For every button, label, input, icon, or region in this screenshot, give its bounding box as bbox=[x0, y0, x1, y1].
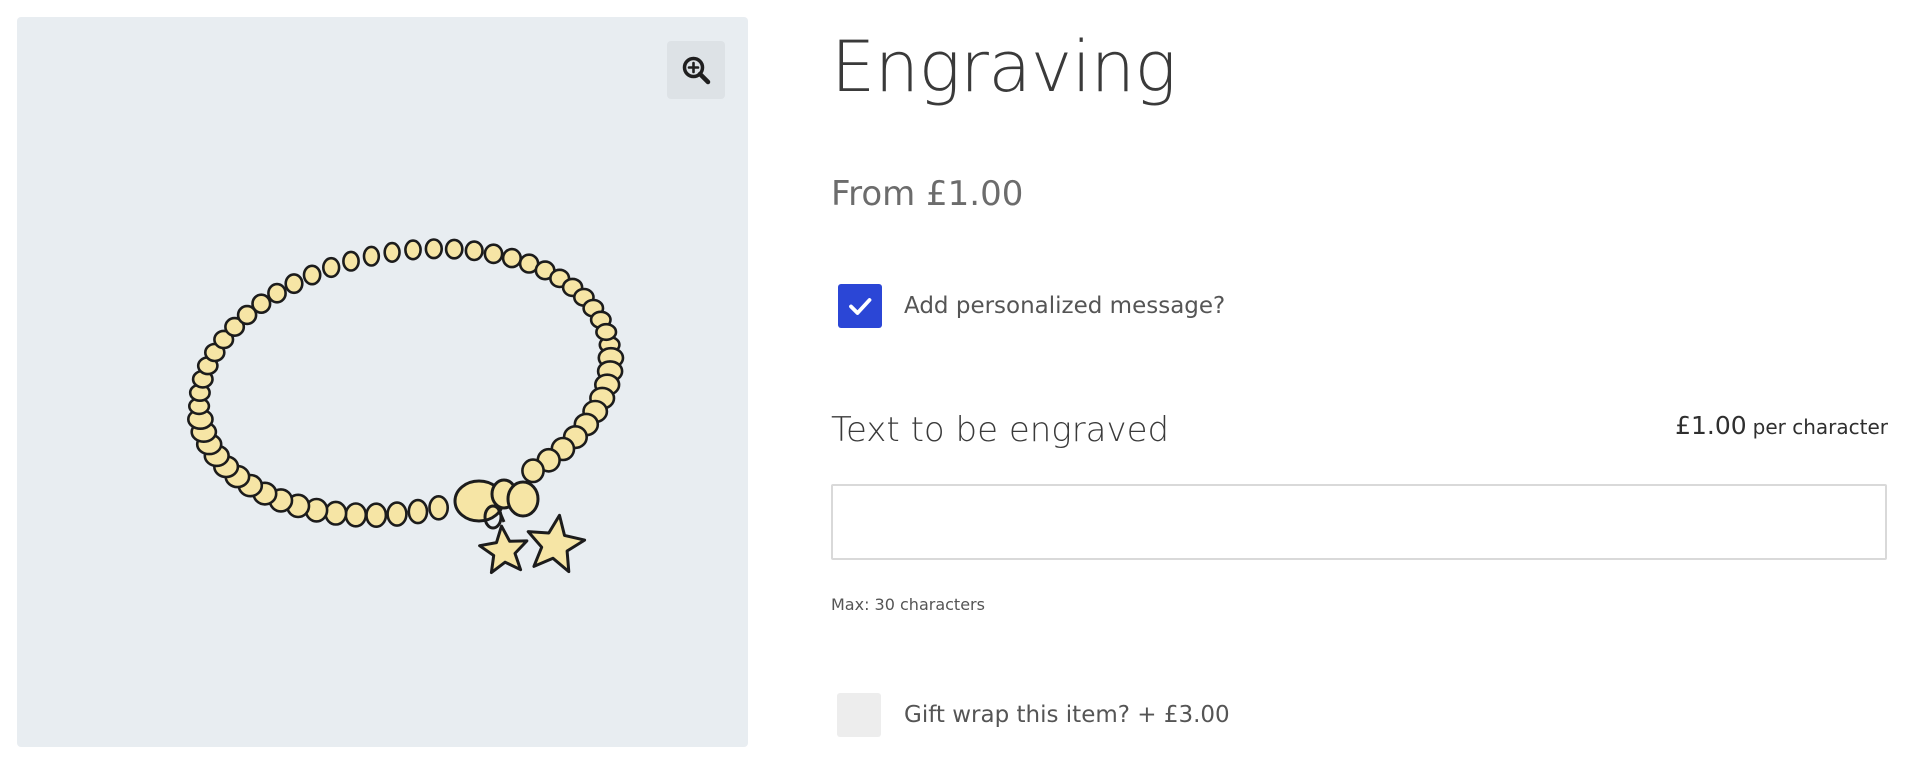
personalized-message-label[interactable]: Add personalized message? bbox=[904, 290, 1225, 322]
bracelet-bead bbox=[501, 247, 523, 269]
bracelet-bead bbox=[365, 502, 388, 529]
bracelet-bead bbox=[324, 500, 348, 526]
personalized-message-checkbox[interactable] bbox=[838, 284, 882, 328]
bracelet-bead bbox=[404, 239, 422, 261]
bracelet-bead bbox=[344, 502, 368, 528]
engraving-price-amount: £1.00 bbox=[1675, 411, 1747, 440]
engraving-price-unit: per character bbox=[1752, 415, 1888, 439]
engraving-text-input[interactable] bbox=[831, 484, 1887, 560]
bracelet-bead bbox=[322, 256, 341, 279]
gift-wrap-checkbox[interactable] bbox=[837, 693, 881, 737]
engraving-field-label: Text to be engraved bbox=[831, 410, 1170, 450]
bracelet-bead bbox=[521, 458, 545, 484]
bracelet-bead bbox=[483, 243, 504, 265]
product-gallery bbox=[17, 17, 748, 747]
bracelet-bead bbox=[464, 240, 484, 262]
bracelet-bead bbox=[342, 250, 360, 272]
star-charm bbox=[526, 513, 587, 574]
bracelet-bead bbox=[407, 498, 429, 525]
bracelet-bead bbox=[595, 322, 618, 342]
bracelet-bead bbox=[386, 501, 408, 527]
bracelet-bead bbox=[383, 241, 401, 263]
product-price: From £1.00 bbox=[831, 174, 1024, 214]
bracelet-bead bbox=[284, 273, 304, 295]
star-charm bbox=[478, 524, 529, 575]
zoom-in-icon bbox=[682, 56, 711, 85]
bracelet-bead bbox=[362, 245, 381, 267]
bracelet-bead bbox=[251, 293, 272, 315]
bracelet-bead bbox=[444, 238, 464, 260]
bracelet-bead bbox=[302, 264, 322, 286]
gift-wrap-label[interactable]: Gift wrap this item? + £3.00 bbox=[904, 699, 1230, 731]
checkmark-icon bbox=[849, 298, 872, 315]
bracelet-bead bbox=[424, 238, 443, 260]
bracelet-image bbox=[186, 238, 625, 575]
bracelet-bead bbox=[267, 282, 287, 304]
engraving-price: £1.00 per character bbox=[1675, 410, 1888, 445]
bracelet-bead bbox=[428, 494, 450, 521]
zoom-button[interactable] bbox=[667, 41, 725, 99]
product-title: Engraving bbox=[831, 26, 1177, 108]
charm-clasp bbox=[453, 478, 540, 530]
engraving-max-note: Max: 30 characters bbox=[831, 595, 985, 614]
